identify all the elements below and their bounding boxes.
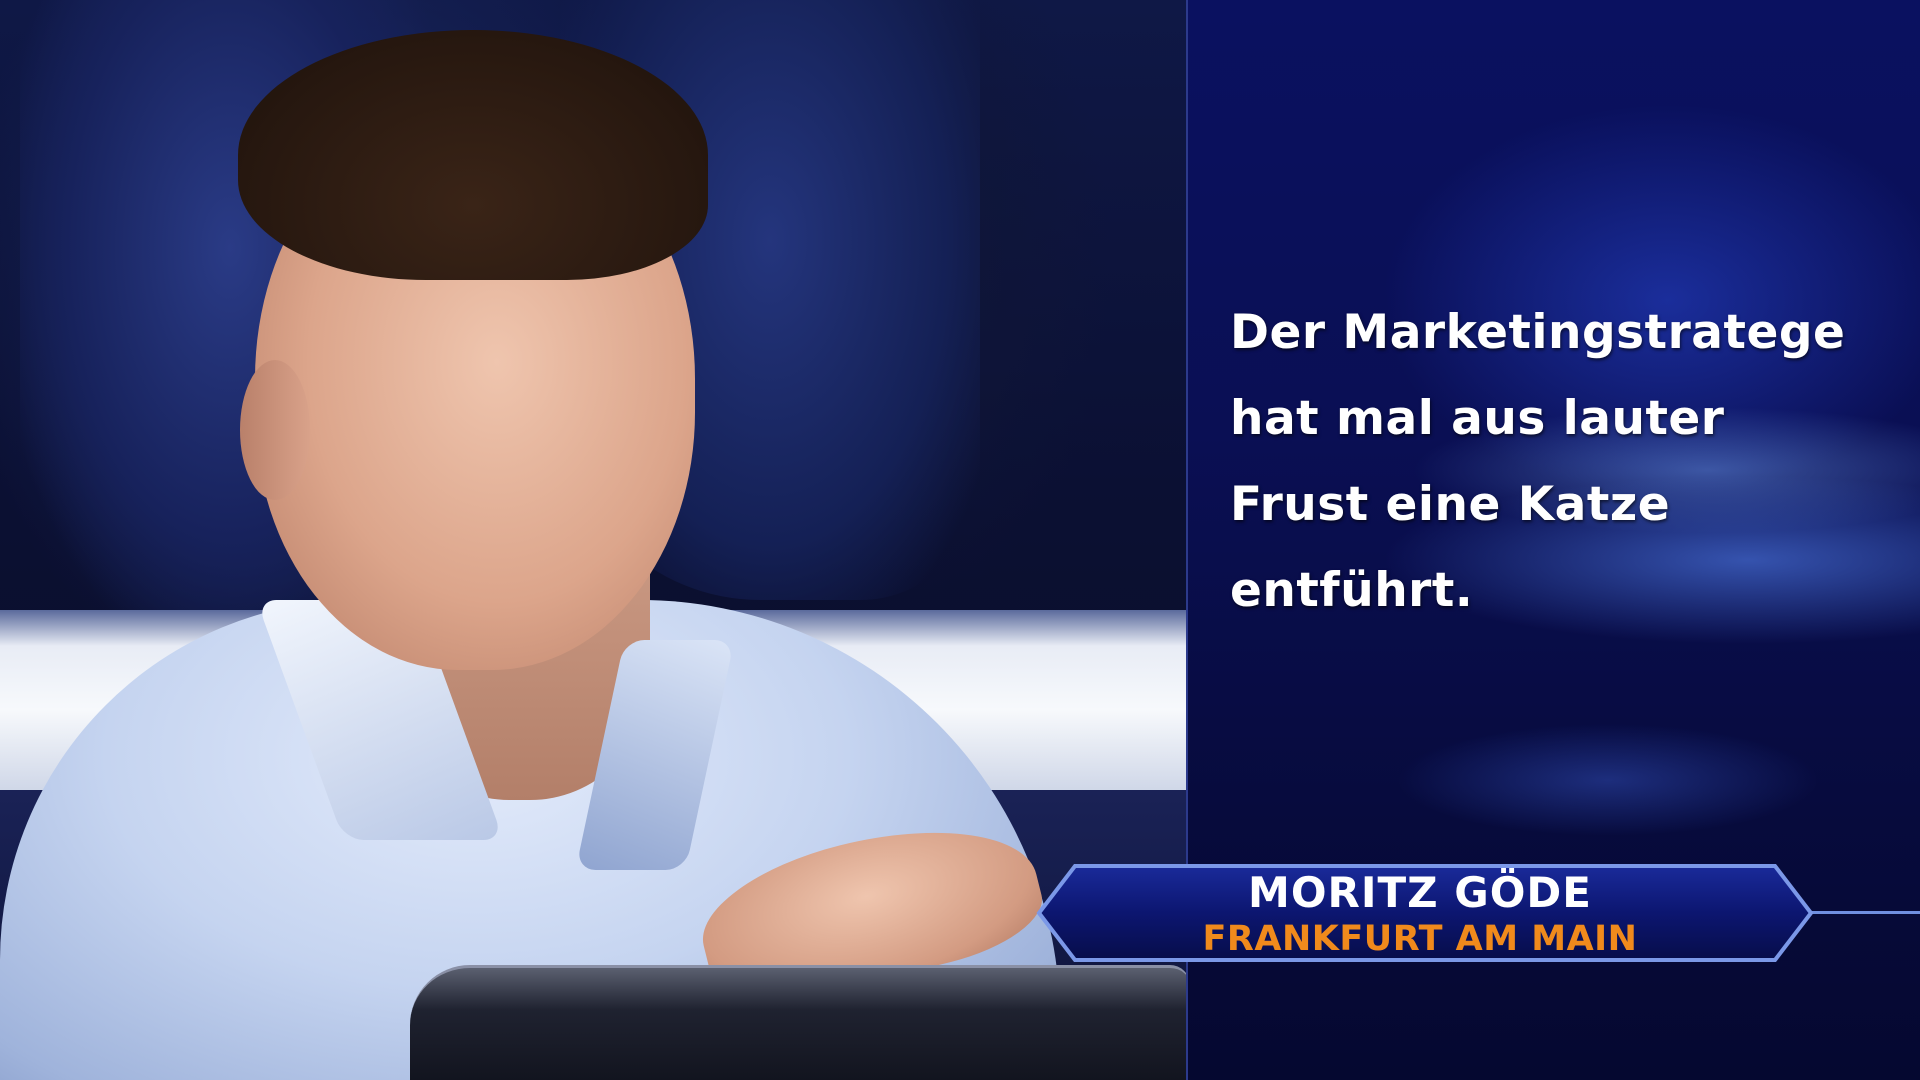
contestant-name: MORITZ GÖDE [1248, 868, 1592, 917]
fact-line: Frust eine Katze [1230, 477, 1671, 532]
contestant-ear [240, 360, 310, 500]
fact-line: entführt. [1230, 563, 1474, 618]
fact-line: Der Marketingstratege [1230, 305, 1846, 360]
contestant-console [410, 965, 1186, 1080]
contestant-fact-text: Der Marketingstratege hat mal aus lauter… [1230, 290, 1890, 634]
contestant-city: FRANKFURT AM MAIN [1202, 919, 1638, 959]
tv-frame: Der Marketingstratege hat mal aus lauter… [0, 0, 1920, 1080]
studio-photo [0, 0, 1186, 1080]
contestant-hair [238, 30, 708, 280]
fact-line: hat mal aus lauter [1230, 391, 1725, 446]
